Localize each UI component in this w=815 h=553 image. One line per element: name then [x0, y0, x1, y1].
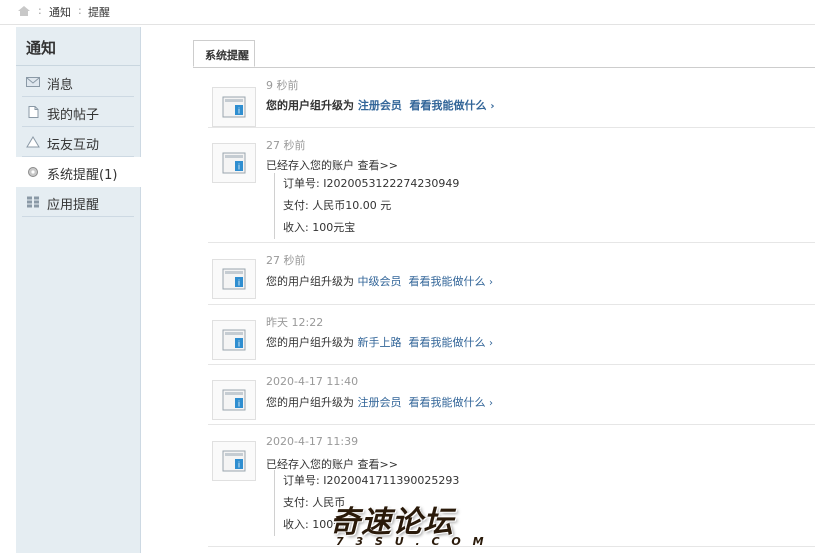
tab-bar: 系统提醒	[193, 40, 815, 68]
svg-text:i: i	[238, 107, 240, 116]
sidebar-item-label: 坛友互动	[47, 138, 100, 153]
tab-system-remind[interactable]: 系统提醒	[193, 40, 255, 67]
svg-text:i: i	[238, 163, 240, 172]
system-notice-icon: i	[222, 268, 246, 290]
notice-message: 已经存入您的账户 查看>>	[266, 159, 398, 172]
what-can-i-do-link[interactable]: 看看我能做什么	[409, 336, 486, 349]
home-icon[interactable]	[17, 5, 31, 17]
user-group-link[interactable]: 新手上路	[358, 336, 402, 349]
chevron-right-icon: ›	[489, 277, 493, 288]
breadcrumb-separator: :	[38, 4, 42, 17]
what-can-i-do-link[interactable]: 看看我能做什么	[409, 396, 486, 409]
sidebar-item-system-remind[interactable]: 系统提醒(1)	[16, 157, 141, 187]
gear-icon	[28, 167, 38, 177]
svg-text:i: i	[238, 461, 240, 470]
user-group-link[interactable]: 注册会员	[358, 396, 402, 409]
interaction-icon	[26, 136, 40, 148]
sidebar-item-label: 系统提醒(1)	[47, 168, 118, 183]
divider	[16, 65, 140, 66]
notice-icon: i	[212, 320, 256, 360]
sidebar-title: 通知	[26, 39, 57, 57]
order-number: 订单号: I2020041711390025293	[283, 474, 460, 487]
breadcrumb-item-remind[interactable]: 提醒	[88, 4, 110, 20]
what-can-i-do-link[interactable]: 看看我能做什么	[409, 275, 486, 288]
document-icon	[28, 106, 39, 118]
system-notice-icon: i	[222, 96, 246, 118]
notice-item: i 昨天 12:22 您的用户组升级为 新手上路 看看我能做什么 ›	[208, 305, 815, 365]
order-details: 订单号: I202005312227423​0949 支付: 人民币10.00 …	[274, 173, 459, 239]
what-can-i-do-link[interactable]: 看看我能做什么	[410, 99, 487, 112]
notice-icon: i	[212, 143, 256, 183]
sidebar-item-label: 消息	[47, 78, 74, 93]
notice-time: 2020-4-17 11:40	[266, 375, 359, 388]
notice-item: i 27 秒前 您的用户组升级为 中级会员 看看我能做什么 ›	[208, 243, 815, 305]
sidebar-item-message[interactable]: 消息	[16, 67, 140, 97]
system-notice-icon: i	[222, 389, 246, 411]
notice-item: i 9 秒前 您的用户组升级为 注册会员 看看我能做什么 ›	[208, 70, 815, 128]
tab-label: 系统提醒	[205, 49, 249, 62]
chevron-right-icon: ›	[490, 101, 495, 112]
sidebar-item-interaction[interactable]: 坛友互动	[16, 127, 140, 157]
system-notice-icon: i	[222, 450, 246, 472]
notice-time: 27 秒前	[266, 254, 306, 267]
notice-message: 您的用户组升级为 注册会员 看看我能做什么 ›	[266, 99, 495, 112]
svg-text:i: i	[238, 400, 240, 409]
svg-text:i: i	[238, 279, 240, 288]
notice-time: 昨天 12:22	[266, 316, 324, 329]
site-watermark: 奇速论坛 7 3 S U . C O M	[326, 497, 486, 553]
income-amount: 收入: 100元宝	[283, 221, 356, 234]
sidebar-item-label: 应用提醒	[47, 198, 100, 213]
notice-message: 您的用户组升级为 新手上路 看看我能做什么 ›	[266, 336, 493, 349]
notice-icon: i	[212, 441, 256, 481]
order-number: 订单号: I202005312227423​0949	[283, 177, 460, 190]
payment-amount: 支付: 人民币10.00 元	[283, 199, 392, 212]
svg-text:i: i	[238, 340, 240, 349]
breadcrumb: : 通知 : 提醒	[0, 0, 815, 25]
notice-item: i 27 秒前 已经存入您的账户 查看>> 订单号: I202005312227…	[208, 128, 815, 243]
chevron-right-icon: ›	[489, 398, 493, 409]
watermark-domain: 7 3 S U . C O M	[336, 535, 488, 548]
user-group-link[interactable]: 注册会员	[358, 99, 402, 112]
notice-item: i 2020-4-17 11:39 已经存入您的账户 查看>> 订单号: I20…	[208, 425, 815, 547]
sidebar-item-label: 我的帖子	[47, 108, 100, 123]
view-link[interactable]: 查看>>	[358, 159, 398, 172]
notice-icon: i	[212, 380, 256, 420]
sidebar-item-app-remind[interactable]: 应用提醒	[16, 187, 140, 217]
sidebar: 通知 消息 我的帖子 坛友互动 系统提醒(1) 应用提醒	[16, 27, 141, 553]
notice-time: 27 秒前	[266, 139, 306, 152]
user-group-link[interactable]: 中级会员	[358, 275, 402, 288]
system-notice-icon: i	[222, 329, 246, 351]
notice-message: 您的用户组升级为 注册会员 看看我能做什么 ›	[266, 396, 493, 409]
notice-time: 2020-4-17 11:39	[266, 435, 359, 448]
breadcrumb-item-notice[interactable]: 通知	[49, 4, 71, 20]
sidebar-item-my-posts[interactable]: 我的帖子	[16, 97, 140, 127]
message-icon	[26, 77, 40, 87]
notice-icon: i	[212, 87, 256, 127]
chevron-right-icon: ›	[489, 338, 493, 349]
notice-time: 9 秒前	[266, 79, 299, 92]
grid-icon	[27, 196, 39, 208]
notice-icon: i	[212, 259, 256, 299]
breadcrumb-separator: :	[78, 4, 82, 17]
notice-item: i 2020-4-17 11:40 您的用户组升级为 注册会员 看看我能做什么 …	[208, 365, 815, 425]
notice-message: 您的用户组升级为 中级会员 看看我能做什么 ›	[266, 275, 493, 288]
system-notice-icon: i	[222, 152, 246, 174]
